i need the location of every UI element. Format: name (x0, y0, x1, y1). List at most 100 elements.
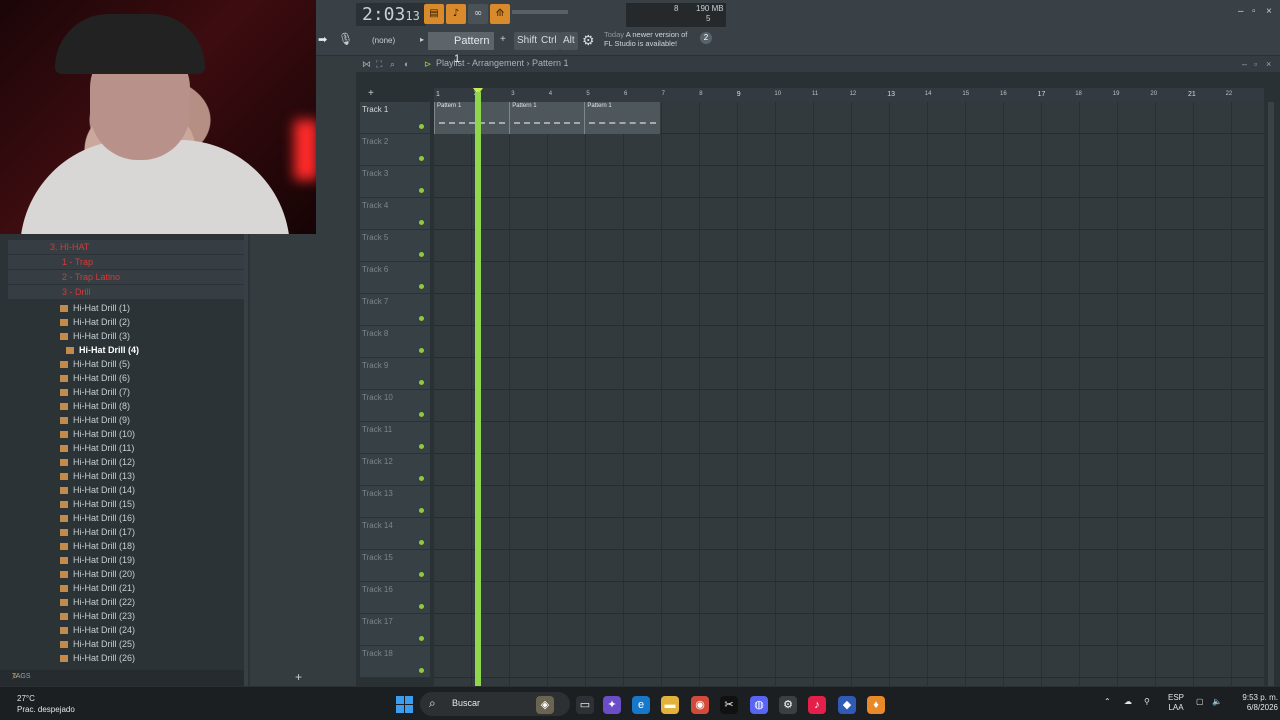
minimize-icon[interactable]: – (1242, 59, 1247, 69)
network-icon[interactable]: ☁ (1124, 697, 1132, 707)
add-icon[interactable]: + (295, 670, 302, 684)
track-header[interactable]: Track 3 (360, 166, 430, 198)
track-enable-led[interactable] (419, 220, 424, 225)
pattern-clip[interactable]: Pattern 1 (434, 102, 510, 134)
track-header[interactable]: Track 13 (360, 486, 430, 518)
file-item[interactable]: Hi-Hat Drill (1) (8, 301, 130, 315)
track-header[interactable]: Track 18 (360, 646, 430, 678)
file-item[interactable]: Hi-Hat Drill (15) (8, 497, 135, 511)
track-enable-led[interactable] (419, 476, 424, 481)
search-icon[interactable]: ⌕ (12, 671, 240, 682)
chrome-icon[interactable]: ◉ (691, 696, 709, 714)
file-item[interactable]: Hi-Hat Drill (22) (8, 595, 135, 609)
pattern-selector[interactable]: (none) (368, 33, 414, 49)
file-item[interactable]: Hi-Hat Drill (3) (8, 329, 130, 343)
file-item[interactable]: Hi-Hat Drill (11) (8, 441, 134, 455)
ctrl-key[interactable]: Ctrl (538, 32, 560, 50)
track-header[interactable]: Track 16 (360, 582, 430, 614)
track-header[interactable]: Track 11 (360, 422, 430, 454)
task-view-icon[interactable]: ▭ (576, 696, 594, 714)
folder-drill[interactable]: 3 - Drill (8, 285, 244, 299)
arrow-icon[interactable]: ➡ (318, 33, 327, 46)
start-button[interactable] (396, 696, 413, 713)
folder-trap[interactable]: 1 - Trap (8, 255, 244, 269)
file-item[interactable]: Hi-Hat Drill (18) (8, 539, 135, 553)
file-item[interactable]: Hi-Hat Drill (12) (8, 455, 135, 469)
app-icon[interactable]: ◆ (838, 696, 856, 714)
wait-icon[interactable]: ∞ (468, 4, 488, 24)
track-enable-led[interactable] (419, 540, 424, 545)
track-enable-led[interactable] (419, 124, 424, 129)
track-header[interactable]: Track 7 (360, 294, 430, 326)
online-icon[interactable]: ⚙ (582, 32, 595, 49)
add-pattern-icon[interactable]: + (500, 34, 506, 45)
track-enable-led[interactable] (419, 252, 424, 257)
pattern-box[interactable]: Pattern 1 (428, 32, 494, 65)
file-item[interactable]: Hi-Hat Drill (16) (8, 511, 135, 525)
file-item[interactable]: Hi-Hat Drill (17) (8, 525, 135, 539)
track-enable-led[interactable] (419, 412, 424, 417)
file-item[interactable]: Hi-Hat Drill (25) (8, 637, 135, 651)
copilot-icon[interactable]: ✦ (603, 696, 621, 714)
track-enable-led[interactable] (419, 572, 424, 577)
file-item[interactable]: Hi-Hat Drill (19) (8, 553, 135, 567)
file-item[interactable]: Hi-Hat Drill (24) (8, 623, 135, 637)
track-enable-led[interactable] (419, 668, 424, 673)
track-header[interactable]: Track 5 (360, 230, 430, 262)
file-item[interactable]: Hi-Hat Drill (13) (8, 469, 135, 483)
alt-key[interactable]: Alt (560, 32, 578, 50)
microphone-icon[interactable]: 🎙 (338, 32, 353, 46)
file-item[interactable]: Hi-Hat Drill (4) (8, 343, 139, 357)
file-item[interactable]: Hi-Hat Drill (5) (8, 357, 130, 371)
edge-icon[interactable]: e (632, 696, 650, 714)
language-indicator[interactable]: ESP LAA (1168, 693, 1184, 713)
capcut-icon[interactable]: ✂ (720, 696, 738, 714)
play-pattern-icon[interactable]: ▸ (420, 35, 424, 44)
file-item[interactable]: Hi-Hat Drill (23) (8, 609, 135, 623)
zoom-icon[interactable]: ⌕ (390, 59, 395, 70)
track-enable-led[interactable] (419, 348, 424, 353)
track-header[interactable]: Track 17 (360, 614, 430, 646)
shift-key[interactable]: Shift (514, 32, 541, 50)
song-position-clock[interactable]: 2:0313 (356, 3, 426, 26)
tool-icon[interactable]: ⋈ (362, 59, 371, 70)
pattern-clip[interactable]: Pattern 1 (584, 102, 660, 134)
file-item[interactable]: Hi-Hat Drill (8) (8, 399, 130, 413)
timeline-ruler[interactable]: 12345678910111213141516171819202122 (434, 88, 1264, 102)
news-panel[interactable]: Today A newer version of FL Studio is av… (604, 30, 687, 48)
speaker-icon[interactable]: ◐ (404, 59, 409, 69)
track-header[interactable]: Track 8 (360, 326, 430, 358)
track-enable-led[interactable] (419, 444, 424, 449)
track-header[interactable]: Track 6 (360, 262, 430, 294)
track-header[interactable]: Track 1 (360, 102, 430, 134)
maximize-icon[interactable]: ▫ (1254, 59, 1257, 69)
mic-icon[interactable]: ⚲ (1144, 697, 1150, 707)
pattern-song-icon[interactable]: ▤ (424, 4, 444, 24)
track-enable-led[interactable] (419, 604, 424, 609)
volume-icon[interactable]: 🔈 (1212, 697, 1222, 707)
master-pitch-slider[interactable] (512, 10, 568, 14)
track-header[interactable]: Track 14 (360, 518, 430, 550)
file-explorer-icon[interactable]: ▬ (661, 696, 679, 714)
record-mode-icon[interactable]: ⟰ (490, 4, 510, 24)
track-enable-led[interactable] (419, 156, 424, 161)
file-item[interactable]: Hi-Hat Drill (26) (8, 651, 135, 665)
display-icon[interactable]: ▢ (1196, 697, 1204, 707)
settings-icon[interactable]: ⚙ (779, 696, 797, 714)
minimize-icon[interactable]: – (1238, 6, 1244, 17)
browser-scrollbar[interactable] (244, 234, 248, 686)
track-header[interactable]: Track 15 (360, 550, 430, 582)
file-item[interactable]: Hi-Hat Drill (20) (8, 567, 135, 581)
file-item[interactable]: Hi-Hat Drill (9) (8, 413, 130, 427)
track-header[interactable]: Track 10 (360, 390, 430, 422)
track-enable-led[interactable] (419, 380, 424, 385)
fl-studio-icon[interactable]: ♦ (867, 696, 885, 714)
news-count-badge[interactable]: 2 (700, 32, 712, 44)
add-track-icon[interactable]: + (368, 88, 374, 99)
close-icon[interactable]: × (1266, 6, 1272, 17)
track-enable-led[interactable] (419, 188, 424, 193)
track-header[interactable]: Track 4 (360, 198, 430, 230)
chevron-up-icon[interactable]: ⌃ (1104, 697, 1111, 707)
folder-trap-latino[interactable]: 2 - Trap Latino (8, 270, 244, 284)
track-enable-led[interactable] (419, 636, 424, 641)
